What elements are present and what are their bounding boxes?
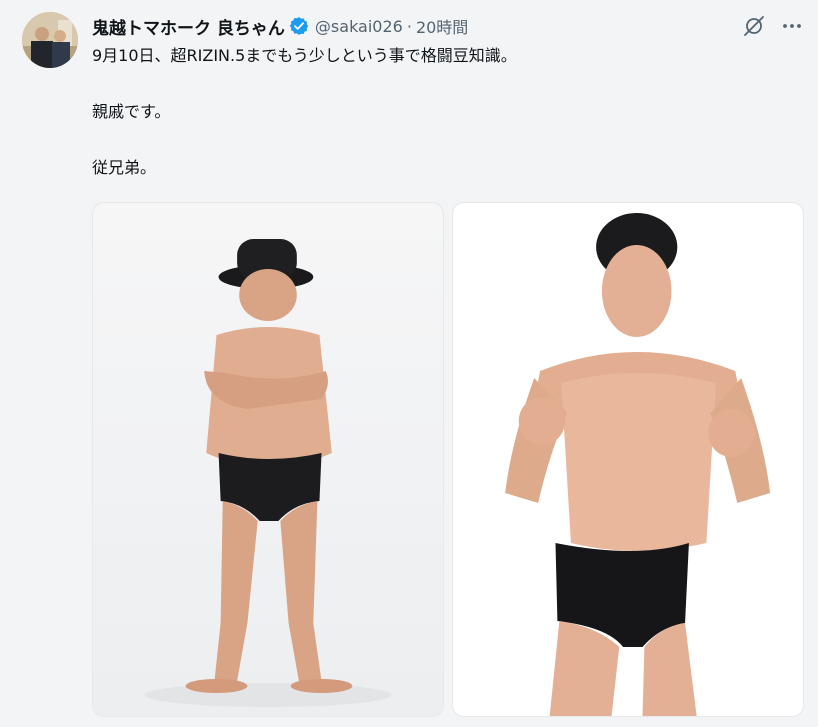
- grok-icon[interactable]: [742, 14, 766, 38]
- separator-dot: ·: [406, 16, 412, 36]
- author-handle[interactable]: @sakai026: [315, 17, 403, 36]
- tweet-header: 鬼越トマホーク 良ちゃん @sakai026 · 20時間: [92, 13, 468, 39]
- tweet-text: 9月10日、超RIZIN.5までもう少しという事で格闘豆知識。 親戚です。 従兄…: [92, 44, 792, 212]
- tweet-paragraph: 従兄弟。: [92, 158, 157, 177]
- author-name[interactable]: 鬼越トマホーク 良ちゃん: [92, 14, 285, 39]
- media-photo-1[interactable]: [92, 202, 444, 717]
- tweet-paragraph: 9月10日、超RIZIN.5までもう少しという事で格闘豆知識。: [92, 46, 517, 65]
- media-photo-2[interactable]: [452, 202, 804, 717]
- avatar[interactable]: [22, 12, 78, 68]
- media-grid: [92, 202, 804, 717]
- tweet[interactable]: 鬼越トマホーク 良ちゃん @sakai026 · 20時間 9月10日、超RIZ…: [0, 0, 818, 727]
- photo-man-in-cowboy-hat: [144, 239, 392, 707]
- photo-fighter-guard-pose: [505, 213, 771, 716]
- verified-badge-icon: [289, 16, 309, 36]
- more-icon[interactable]: [780, 14, 804, 38]
- timestamp[interactable]: 20時間: [416, 14, 468, 38]
- avatar-image: [22, 12, 78, 68]
- tweet-paragraph: 親戚です。: [92, 102, 171, 121]
